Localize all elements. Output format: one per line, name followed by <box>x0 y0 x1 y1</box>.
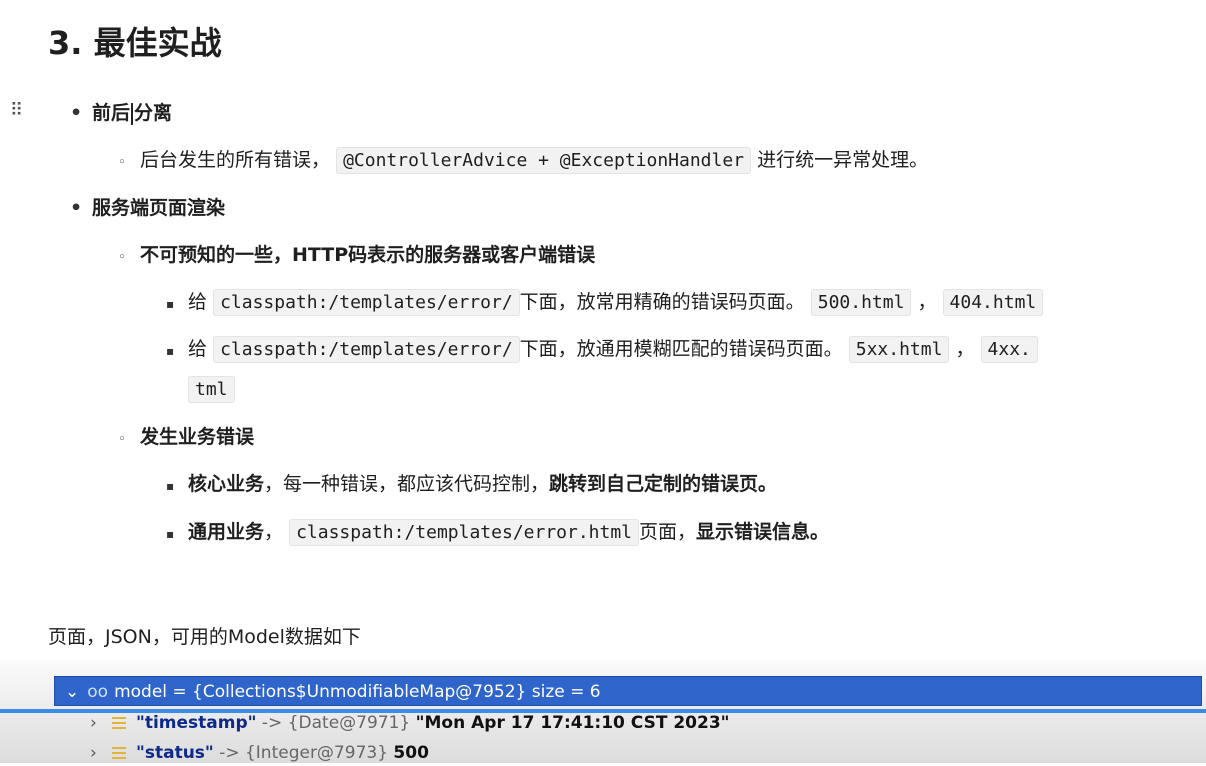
inline-code: classpath:/templates/error/ <box>213 289 520 316</box>
page-title: 3. 最佳实战 <box>48 24 222 62</box>
paragraph-model-data: 页面，JSON，可用的Model数据如下 <box>48 626 361 648</box>
inline-code: tml <box>188 376 235 403</box>
inline-code: 500.html <box>810 289 912 316</box>
inline-code: classpath:/templates/error/ <box>213 336 520 363</box>
list-item-exact: ▪ 给 classpath:/templates/error/下面，放常用精确的错… <box>166 287 1044 319</box>
list-item-separation-sub: ◦ 后台发生的所有错误， @ControllerAdvice + @Excepti… <box>118 145 928 178</box>
list-item-unexpected: ◦ 不可预知的一些，HTTP码表示的服务器或客户端错误 <box>118 240 595 273</box>
list-item-business: ◦ 发生业务错误 <box>118 422 254 455</box>
inline-code: 4xx. <box>980 336 1038 363</box>
chevron-down-icon[interactable]: ⌄ <box>65 682 79 702</box>
list-item-ssr: • 服务端页面渲染 <box>70 193 225 223</box>
field-icon <box>112 717 126 729</box>
chevron-right-icon[interactable]: › <box>90 710 112 736</box>
inline-code: 5xx.html <box>848 336 950 363</box>
circle-bullet-icon: ◦ <box>118 250 126 265</box>
square-bullet-icon: ▪ <box>166 527 175 541</box>
square-bullet-icon: ▪ <box>166 297 175 311</box>
debugger-row-status[interactable]: › "status" -> {Integer@7973} 500 <box>90 740 429 766</box>
chevron-right-icon[interactable]: › <box>90 740 112 766</box>
circle-bullet-icon: ◦ <box>118 432 126 447</box>
text-cursor <box>131 102 134 125</box>
inline-code: 404.html <box>942 289 1044 316</box>
list-item-fuzzy: ▪ 给 classpath:/templates/error/下面，放通用模糊匹配… <box>166 334 1038 366</box>
inline-code: classpath:/templates/error.html <box>289 519 640 546</box>
list-item-separation: • 前后 分离 <box>70 98 172 128</box>
bullet-icon: • <box>70 102 83 124</box>
debugger-model-row[interactable]: ⌄ oo model = {Collections$UnmodifiableMap@… <box>54 676 1202 706</box>
list-item-core: ▪ 核心业务，每一种错误，都应该代码控制，跳转到自己定制的错误页。 <box>166 469 777 501</box>
bullet-icon: • <box>70 197 83 219</box>
square-bullet-icon: ▪ <box>166 344 175 358</box>
list-item-fuzzy-wrap: tml <box>188 374 235 405</box>
square-bullet-icon: ▪ <box>166 479 175 493</box>
circle-bullet-icon: ◦ <box>118 155 126 170</box>
list-item-general: ▪ 通用业务， classpath:/templates/error.html 页面… <box>166 517 829 549</box>
inline-code: @ControllerAdvice + @ExceptionHandler <box>336 147 752 174</box>
debugger-row-timestamp[interactable]: › "timestamp" -> {Date@7971} "Mon Apr 17 … <box>90 710 730 736</box>
glasses-icon: oo <box>87 682 109 702</box>
drag-handle-icon[interactable]: ⠿ <box>10 100 23 121</box>
field-icon <box>112 747 126 759</box>
